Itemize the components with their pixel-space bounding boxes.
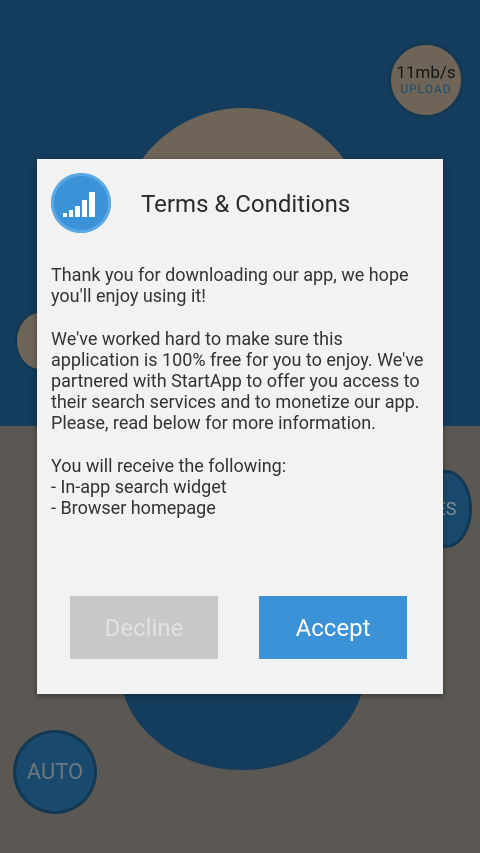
accept-button[interactable]: Accept [259, 596, 407, 659]
intro-paragraph: Thank you for downloading our app, we ho… [51, 265, 409, 307]
features-paragraph: You will receive the following: - In-app… [51, 456, 287, 519]
decline-button[interactable]: Decline [70, 596, 218, 659]
dialog-body: Thank you for downloading our app, we ho… [51, 265, 435, 541]
signal-bars-icon [51, 173, 111, 233]
terms-dialog: Terms & Conditions Thank you for downloa… [37, 159, 443, 694]
dialog-header: Terms & Conditions [51, 173, 431, 237]
info-paragraph: We've worked hard to make sure this appl… [51, 329, 424, 434]
dialog-title: Terms & Conditions [141, 190, 351, 218]
